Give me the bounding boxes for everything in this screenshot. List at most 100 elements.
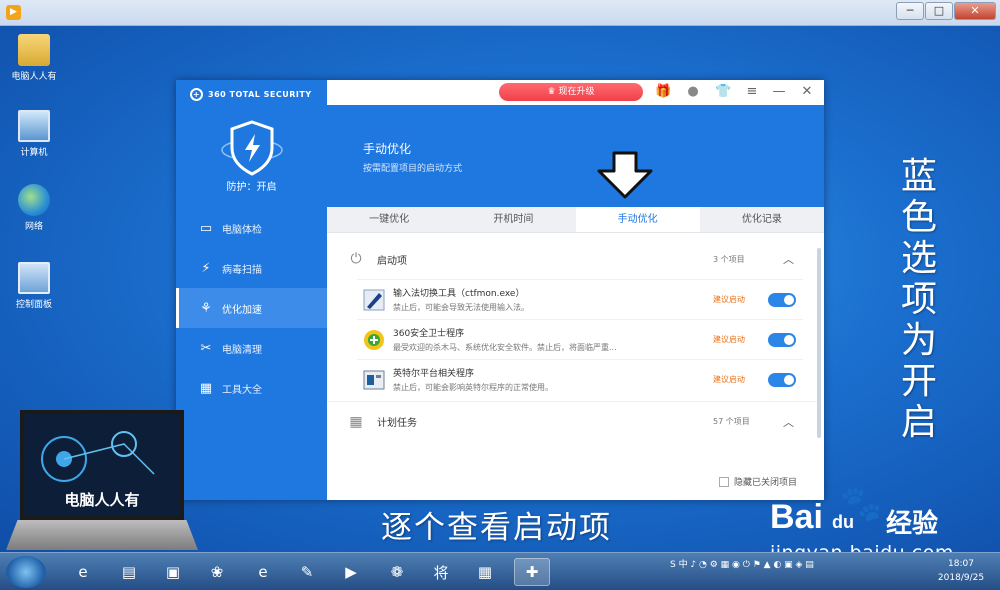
- item-name: 360安全卫士程序: [393, 329, 465, 339]
- virus-scan-icon: ⚡: [201, 260, 211, 276]
- sidebar-item-virus-scan[interactable]: ⚡ 病毒扫描: [176, 248, 327, 288]
- minimize-icon[interactable]: —: [771, 84, 787, 100]
- clock-date: 2018/9/25: [937, 573, 985, 583]
- 360-guard-icon: [364, 330, 384, 350]
- security-app-window: + 360 TOTAL SECURITY 防护：开启 ▭ 电脑体检 ⚡ 病毒扫描…: [176, 80, 824, 500]
- scrollbar[interactable]: [817, 248, 821, 438]
- caption-char: 为: [900, 320, 937, 361]
- item-description: 最受欢迎的杀木马、系统优化安全软件。禁止后，将面临严重...: [393, 343, 617, 352]
- startup-toggle[interactable]: [768, 373, 796, 387]
- baidu-watermark: Bai 🐾 du 经验 jingyan.baidu.com: [770, 484, 992, 564]
- caption-char: 开: [900, 361, 937, 402]
- control-panel-icon: [18, 262, 50, 294]
- chevron-up-icon[interactable]: ︿: [783, 414, 794, 430]
- desktop-icon-folder[interactable]: 电脑人人有: [4, 34, 64, 82]
- scheduled-section-header[interactable]: ▦ 计划任务 57 个项目 ︿: [327, 401, 817, 441]
- sidebar-item-tools[interactable]: ▦ 工具大全: [176, 368, 327, 408]
- media-icon[interactable]: ▶: [336, 558, 366, 586]
- laptop-logo: 电脑人人有: [6, 410, 198, 554]
- startup-toggle[interactable]: [768, 333, 796, 347]
- tab-manual[interactable]: 手动优化: [575, 207, 700, 232]
- speedup-icon: ⚘: [200, 300, 212, 316]
- baidu-logo-du: du: [832, 512, 854, 532]
- sidebar-item-checkup[interactable]: ▭ 电脑体检: [176, 208, 327, 248]
- browser-icon[interactable]: e: [248, 558, 278, 586]
- hide-closed-checkbox[interactable]: [719, 476, 729, 487]
- ie-icon[interactable]: e: [68, 558, 98, 586]
- outer-window-controls: ─ □ ✕: [895, 2, 996, 20]
- folder-icon: [18, 34, 50, 66]
- power-icon: ⏻: [350, 251, 362, 267]
- outer-minimize-button[interactable]: ─: [896, 2, 924, 20]
- laptop-screen: 电脑人人有: [20, 410, 184, 520]
- start-button[interactable]: [6, 556, 46, 588]
- explorer-icon[interactable]: ▤: [114, 558, 144, 586]
- section-count: 57 个项目: [713, 417, 750, 426]
- page-subtitle: 按需配置项目的启动方式: [363, 164, 463, 174]
- outer-window-titlebar: ▶ ─ □ ✕: [0, 0, 1000, 26]
- 360-icon[interactable]: ✚: [514, 558, 550, 586]
- app-icon[interactable]: ❀: [202, 558, 232, 586]
- tab-one-click[interactable]: 一键优化: [327, 207, 451, 232]
- sidebar-item-label: 电脑体检: [222, 224, 262, 236]
- outer-close-button[interactable]: ✕: [954, 2, 996, 20]
- skin-icon[interactable]: 👕: [715, 84, 731, 100]
- caption-char: 色: [900, 197, 937, 238]
- sidebar-nav: ▭ 电脑体检 ⚡ 病毒扫描 ⚘ 优化加速 ✂ 电脑清理 ▦ 工具大全: [176, 208, 327, 408]
- outer-maximize-button[interactable]: □: [925, 2, 953, 20]
- caption-char: 蓝: [900, 156, 937, 197]
- hero-banner: 手动优化 按需配置项目的启动方式: [327, 105, 824, 207]
- caption-char: 选: [900, 238, 937, 279]
- pen-icon: [363, 289, 385, 311]
- close-icon[interactable]: ✕: [799, 84, 815, 100]
- laptop-keyboard: [6, 520, 198, 550]
- tab-history[interactable]: 优化记录: [700, 207, 824, 232]
- item-hint: 建议启动: [713, 375, 745, 384]
- startup-toggle[interactable]: [768, 293, 796, 307]
- section-title: 计划任务: [377, 418, 417, 429]
- section-count: 3 个项目: [713, 254, 745, 264]
- hide-closed-option[interactable]: 隐藏已关闭项目: [719, 475, 797, 488]
- item-description: 禁止后，可能会影响英特尔程序的正常使用。: [393, 383, 553, 392]
- desktop-icon-network[interactable]: 网络: [4, 184, 64, 232]
- folder-icon[interactable]: ▣: [158, 558, 188, 586]
- computer-icon: [18, 110, 50, 142]
- monitor-icon: ▭: [199, 220, 213, 236]
- tools-icon: ▦: [199, 380, 213, 396]
- shield-icon: [221, 120, 283, 176]
- baidu-jingyan: 经验: [886, 509, 939, 539]
- desktop-icon-label: 电脑人人有: [11, 72, 57, 82]
- video-icon[interactable]: ▦: [470, 558, 500, 586]
- clock[interactable]: 18:07 2018/9/25: [926, 557, 996, 585]
- bottom-caption: 逐个查看启动项: [381, 510, 612, 546]
- item-hint: 建议启动: [713, 295, 745, 304]
- brand: + 360 TOTAL SECURITY: [190, 88, 312, 101]
- upgrade-button[interactable]: ♛ 现在升级: [499, 83, 643, 101]
- app2-icon[interactable]: ❁: [382, 558, 412, 586]
- content-panel: ⏻ 启动项 3 个项目 ︿ 输入法切换工具（ctfmon.exe） 禁止后，可能…: [327, 233, 824, 500]
- sidebar-item-label: 病毒扫描: [222, 264, 262, 276]
- section-title: 启动项: [377, 255, 407, 267]
- baidu-logo: Bai: [770, 498, 823, 536]
- laptop-text: 电脑人人有: [64, 491, 140, 509]
- desktop-icon-control-panel[interactable]: 控制面板: [4, 262, 64, 310]
- desktop-icon-computer[interactable]: 计算机: [4, 110, 64, 158]
- tab-boot-time[interactable]: 开机时间: [451, 207, 575, 232]
- gift-icon[interactable]: 🎁: [655, 84, 671, 100]
- hide-closed-label: 隐藏已关闭项目: [734, 478, 798, 488]
- item-name: 输入法切换工具（ctfmon.exe）: [393, 289, 525, 299]
- sidebar-item-speedup[interactable]: ⚘ 优化加速: [176, 288, 327, 328]
- calendar-icon: ▦: [349, 413, 363, 430]
- avatar-icon[interactable]: ●: [685, 84, 701, 100]
- page-title: 手动优化: [363, 142, 412, 156]
- chevron-up-icon[interactable]: ︿: [783, 251, 794, 267]
- menu-icon[interactable]: ≡: [744, 84, 760, 100]
- protection-status: 防护：开启: [226, 182, 277, 193]
- sidebar-item-cleanup[interactable]: ✂ 电脑清理: [176, 328, 327, 368]
- startup-section-header[interactable]: ⏻ 启动项 3 个项目 ︿: [327, 239, 817, 279]
- sidebar-item-label: 电脑清理: [222, 344, 262, 356]
- paint-icon[interactable]: ✎: [292, 558, 322, 586]
- system-tray[interactable]: S 中 ♪ ◔ ⚙ ▦ ◉ ⏻ ⚑ ▲ ◐ ▣ ◈ ▤: [670, 557, 920, 587]
- chess-icon[interactable]: 将: [426, 558, 456, 586]
- startup-item-row: 360安全卫士程序 最受欢迎的杀木马、系统优化安全软件。禁止后，将面临严重...…: [357, 319, 803, 359]
